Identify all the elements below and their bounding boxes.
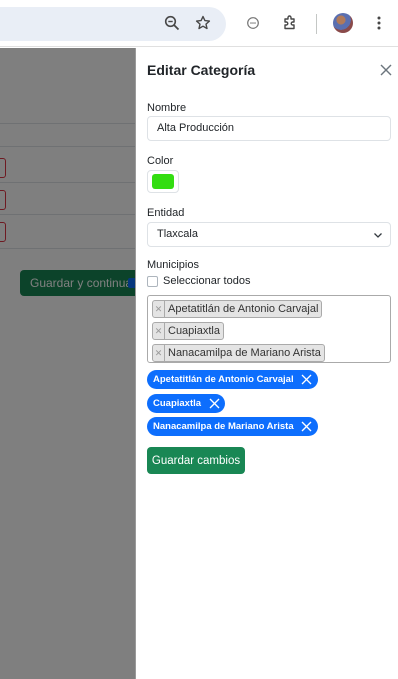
close-icon[interactable] [300, 420, 314, 434]
remove-tag-icon[interactable]: ✕ [153, 323, 165, 339]
municipality-chip: Apetatitlán de Antonio Carvajal [147, 370, 318, 389]
municipality-chip: Nanacamilpa de Mariano Arista [147, 417, 318, 436]
close-icon[interactable] [300, 373, 314, 387]
entity-selected-value: Tlaxcala [157, 228, 198, 240]
entity-select[interactable]: Tlaxcala [147, 222, 391, 247]
tag-label: Cuapiaxtla [168, 325, 220, 337]
panel-title: Editar Categoría [147, 62, 256, 78]
profile-avatar[interactable] [333, 13, 353, 33]
star-icon[interactable] [192, 12, 214, 34]
remove-tag-icon[interactable]: ✕ [153, 345, 165, 361]
name-input[interactable]: Alta Producción [147, 116, 391, 141]
toolbar-divider [316, 14, 317, 34]
save-changes-button[interactable]: Guardar cambios [147, 447, 245, 474]
edit-category-panel: Editar Categoría Nombre Alta Producción … [135, 48, 398, 679]
color-picker[interactable] [147, 170, 179, 193]
select-all-label: Seleccionar todos [163, 275, 251, 287]
municipalities-label: Municipios [147, 259, 199, 271]
entity-label: Entidad [147, 207, 185, 219]
selected-tag: ✕ Apetatitlán de Antonio Carvajal [152, 300, 323, 318]
selected-tag: ✕ Cuapiaxtla [152, 322, 224, 340]
municipality-chip: Cuapiaxtla [147, 394, 226, 413]
tag-label: Nanacamilpa de Mariano Arista [168, 347, 321, 359]
tag-label: Apetatitlán de Antonio Carvajal [168, 303, 319, 315]
chip-label: Cuapiaxtla [153, 398, 202, 409]
select-all-row[interactable]: Seleccionar todos [147, 275, 250, 287]
chat-icon[interactable] [242, 12, 264, 34]
more-menu-icon[interactable] [368, 12, 390, 34]
extensions-icon[interactable] [279, 12, 301, 34]
select-all-checkbox[interactable] [147, 275, 158, 287]
offcanvas-backdrop[interactable] [0, 48, 135, 679]
selected-tag: ✕ Nanacamilpa de Mariano Arista [152, 344, 325, 362]
chip-label: Apetatitlán de Antonio Carvajal [153, 374, 294, 385]
color-label: Color [147, 155, 174, 167]
color-swatch [152, 174, 174, 189]
name-label: Nombre [147, 102, 187, 114]
municipalities-multiselect[interactable]: ✕ Apetatitlán de Antonio Carvajal ✕ Cuapia… [147, 295, 391, 363]
browser-toolbar [0, 0, 398, 47]
close-icon[interactable] [378, 62, 394, 78]
close-icon[interactable] [207, 397, 221, 411]
remove-tag-icon[interactable]: ✕ [153, 301, 165, 317]
chip-label: Nanacamilpa de Mariano Arista [153, 421, 294, 432]
chevron-down-icon [374, 233, 382, 238]
zoom-icon[interactable] [161, 12, 183, 34]
